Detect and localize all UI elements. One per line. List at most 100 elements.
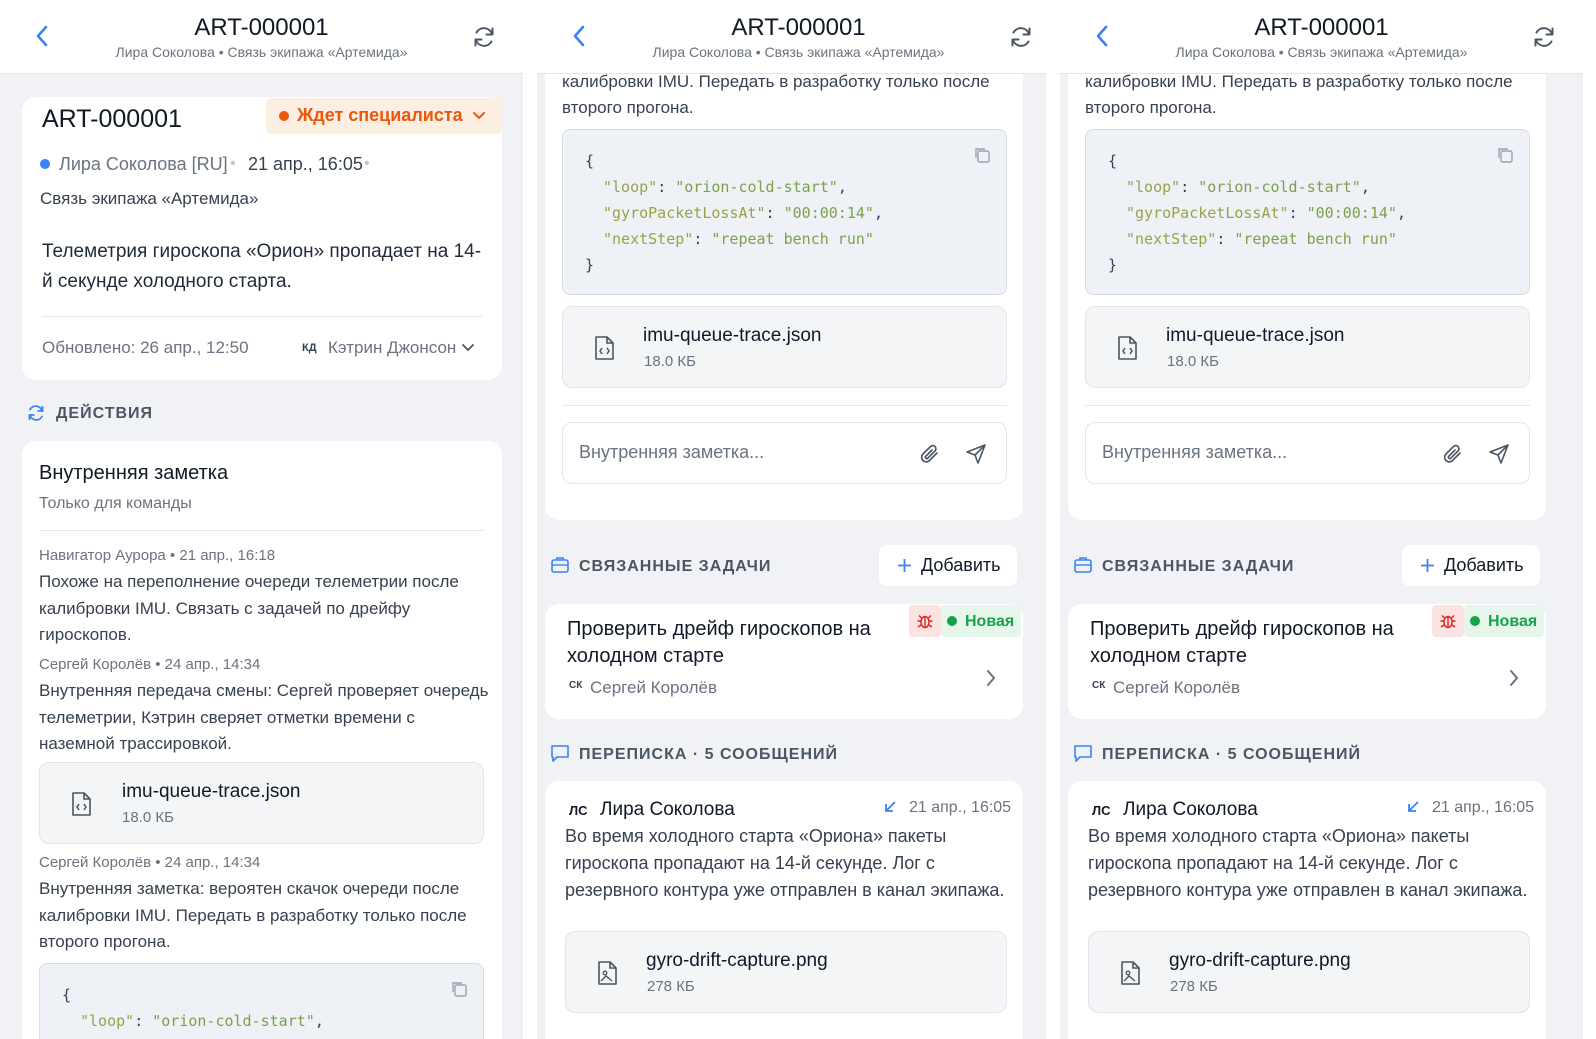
file-code-icon [72, 792, 91, 816]
requester-name[interactable]: Лира Соколова [RU] [59, 154, 228, 175]
message-time: 21 апр., 16:05 [1432, 799, 1535, 816]
conversation-heading: ПЕРЕПИСКА · 5 СООБЩЕНИЙ [579, 746, 839, 763]
briefcase-icon [1074, 557, 1092, 573]
attachment-file[interactable]: imu-queue-trace.json 18.0 КБ [39, 762, 484, 844]
add-related-task-button[interactable]: Добавить [879, 545, 1017, 586]
file-size: 278 КБ [647, 978, 695, 995]
channel-name: Связь экипажа «Артемида» [40, 189, 259, 208]
note-text: Внутренняя заметка: вероятен скачок очер… [39, 879, 467, 951]
message-text: Во время холодного старта «Ориона» пакет… [1088, 826, 1528, 900]
divider [562, 405, 1007, 406]
note-composer [1085, 422, 1530, 484]
separator-dot: • [364, 155, 370, 172]
copy-icon[interactable] [450, 980, 468, 998]
related-tasks-heading: СВЯЗАННЫЕ ЗАДАЧИ [579, 558, 772, 575]
ticket-id: ART-000001 [42, 105, 182, 133]
message-author: Лира Соколова [1123, 799, 1258, 820]
message-avatar: ЛС [1092, 803, 1111, 818]
internal-note-card: калибровки IMU. Передать в разработку то… [545, 40, 1023, 520]
attachment-file[interactable]: gyro-drift-capture.png 278 КБ [1088, 931, 1530, 1013]
bug-icon [1440, 615, 1456, 629]
code-line: "nextStep": "repeat bench run" [603, 230, 874, 248]
note-input[interactable] [579, 437, 899, 467]
file-image-icon [1121, 961, 1140, 985]
page-title: ART-000001 [194, 14, 329, 41]
code-line: "loop": "orion-cold-start", [603, 178, 847, 196]
status-dot [279, 111, 289, 121]
refresh-icon[interactable] [471, 24, 497, 50]
note-text: Внутренняя передача смены: Сергей провер… [39, 681, 489, 753]
refresh-icon[interactable] [1008, 24, 1034, 50]
code-line: } [585, 256, 595, 274]
chat-icon [1074, 745, 1092, 762]
chevron-down-icon [462, 344, 474, 352]
message-time: 21 апр., 16:05 [909, 799, 1012, 816]
code-block: { "loop": "orion-cold-start", "gyroPacke… [1085, 129, 1530, 295]
file-size: 18.0 КБ [644, 353, 696, 370]
pane-separator [1046, 0, 1060, 1039]
ticket-description: Телеметрия гироскопа «Орион» пропадает н… [42, 241, 482, 292]
paperclip-icon[interactable] [919, 443, 941, 465]
page-subtitle: Лира Соколова • Связь экипажа «Артемида» [652, 44, 945, 60]
requester-online-dot [40, 159, 50, 169]
briefcase-icon [551, 557, 569, 573]
task-title: Проверить дрейф гироскопов на холодном с… [1090, 618, 1394, 667]
status-dropdown[interactable]: Ждет специалиста [266, 98, 502, 134]
plus-icon [1421, 559, 1434, 572]
file-size: 278 КБ [1170, 978, 1218, 995]
note-meta: Сергей Королёв • 24 апр., 14:34 [39, 656, 261, 673]
divider [42, 316, 482, 317]
conversation-heading: ПЕРЕПИСКА · 5 СООБЩЕНИЙ [1102, 746, 1362, 763]
status-dot [1470, 616, 1480, 626]
internal-note-card: Внутренняя заметка Только для команды На… [22, 441, 502, 1039]
chevron-right-icon [987, 670, 996, 686]
task-status-badge: Новая [1464, 605, 1544, 637]
ticket-pane-2: калибровки IMU. Передать в разработку то… [537, 0, 1060, 1039]
send-icon[interactable] [965, 443, 987, 465]
note-card-title: Внутренняя заметка [39, 462, 229, 484]
code-line: { [62, 986, 72, 1004]
related-task-card[interactable]: Проверить дрейф гироскопов на холодном с… [1068, 604, 1546, 719]
refresh-actions-icon [28, 405, 44, 421]
plus-icon [898, 559, 911, 572]
message-card: ЛС Лира Соколова 21 апр., 16:05 Во время… [545, 781, 1023, 1039]
assignee-avatar: КД [302, 342, 317, 354]
file-size: 18.0 КБ [122, 809, 174, 826]
add-related-task-button[interactable]: Добавить [1402, 545, 1540, 586]
ticket-pane-1: ART-000001 Лира Соколова • Связь экипажа… [0, 0, 523, 1039]
top-bar: ART-000001 Лира Соколова • Связь экипажа… [537, 0, 1060, 74]
task-status-label: Новая [965, 613, 1015, 630]
paperclip-icon[interactable] [1442, 443, 1464, 465]
attachment-file[interactable]: imu-queue-trace.json 18.0 КБ [1085, 306, 1530, 388]
file-name: imu-queue-trace.json [122, 781, 301, 802]
code-line: "loop": "orion-cold-start", [80, 1012, 324, 1030]
task-title: Проверить дрейф гироскопов на холодном с… [567, 618, 871, 667]
code-block: { "loop": "orion-cold-start", [39, 963, 484, 1039]
related-task-card[interactable]: Проверить дрейф гироскопов на холодном с… [545, 604, 1023, 719]
file-name: gyro-drift-capture.png [646, 950, 828, 971]
code-line: { [1108, 152, 1118, 170]
file-name: imu-queue-trace.json [1166, 325, 1345, 346]
file-code-icon [1118, 336, 1137, 360]
copy-icon[interactable] [973, 146, 991, 164]
task-assignee-avatar: СК [1092, 680, 1106, 691]
code-line: "gyroPacketLossAt": "00:00:14", [1126, 204, 1406, 222]
copy-icon[interactable] [1496, 146, 1514, 164]
attachment-file[interactable]: imu-queue-trace.json 18.0 КБ [562, 306, 1007, 388]
code-line: { [585, 152, 595, 170]
ticket-pane-3: калибровки IMU. Передать в разработку то… [1060, 0, 1583, 1039]
note-composer [562, 422, 1007, 484]
internal-note-card: калибровки IMU. Передать в разработку то… [1068, 40, 1546, 520]
note-meta: Навигатор Аурора • 21 апр., 16:18 [39, 547, 276, 564]
file-name: gyro-drift-capture.png [1169, 950, 1351, 971]
send-icon[interactable] [1488, 443, 1510, 465]
chat-icon [551, 745, 569, 762]
message-avatar: ЛС [569, 803, 588, 818]
note-input[interactable] [1102, 437, 1422, 467]
task-status-label: Новая [1488, 613, 1538, 630]
code-block: { "loop": "orion-cold-start", "gyroPacke… [562, 129, 1007, 295]
attachment-file[interactable]: gyro-drift-capture.png 278 КБ [565, 931, 1007, 1013]
refresh-icon[interactable] [1531, 24, 1557, 50]
top-bar: ART-000001 Лира Соколова • Связь экипажа… [0, 0, 523, 74]
assignee-selector[interactable]: КД Кэтрин Джонсон [302, 337, 482, 361]
